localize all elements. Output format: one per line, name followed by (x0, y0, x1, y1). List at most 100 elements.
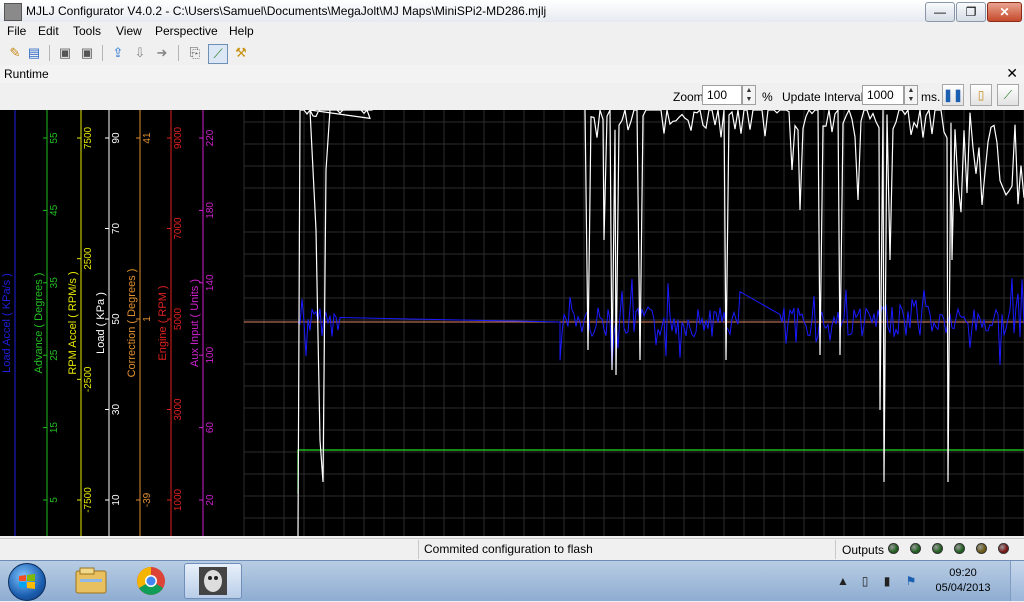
axis-tick-label: 70 (111, 223, 122, 235)
menu-perspective[interactable]: Perspective (155, 24, 218, 38)
flash-icon[interactable]: ➜ (153, 44, 171, 62)
network-icon[interactable]: ▮ (880, 574, 894, 588)
open-icon[interactable]: ▤ (25, 44, 43, 62)
menu-edit[interactable]: Edit (38, 24, 59, 38)
axis-tick-label: 25 (49, 349, 60, 361)
panel-close-icon[interactable]: ✕ (1006, 65, 1018, 82)
axis-tick-label: 7500 (83, 126, 94, 149)
zoom-input[interactable]: 100 (702, 85, 742, 105)
menu-bar: File Edit Tools View Perspective Help (0, 22, 1024, 41)
download-icon[interactable]: ⇩ (131, 44, 149, 62)
save-as-icon[interactable]: ▣ (78, 44, 96, 62)
axis-tick-label: 140 (205, 274, 216, 291)
axis-tick-label: -7500 (83, 487, 94, 513)
zoom-unit: % (762, 90, 773, 104)
axis-tick-label: 41 (142, 132, 153, 144)
clock-time: 09:20 (949, 567, 977, 579)
chrome-icon[interactable] (122, 563, 180, 599)
clock[interactable]: 09:20 05/04/2013 (934, 566, 992, 596)
axis-tick-label: 55 (49, 132, 60, 144)
runtime-chart-svg: Load Accel ( KPa/s ) 55 45 35 25 15 5 Advance (… (1, 110, 1024, 536)
axis-label: Load Accel ( KPa/s ) (1, 273, 13, 373)
axis-tick-label: 10 (111, 494, 122, 506)
log-file-icon[interactable]: ▯ (970, 84, 992, 106)
taskbar: ▲ ▯ ▮ ⚑ 09:20 05/04/2013 (0, 560, 1024, 601)
panel-title: Runtime (4, 67, 49, 81)
wrench-icon[interactable]: ⚒ (232, 44, 250, 62)
window-title: MJLJ Configurator V4.0.2 - C:\Users\Samu… (26, 4, 547, 18)
axis-label: Engine ( RPM ) (157, 285, 169, 360)
runtime-chart: Load Accel ( KPa/s ) 55 45 35 25 15 5 Advance (… (0, 110, 1024, 536)
tray-devices-icon[interactable]: ▯ (858, 574, 872, 588)
runtime-controls: Zoom 100 ▲ ▼ % Update Interval 1000 ▲ ▼ ms… (0, 83, 1024, 110)
axis-tick-label: 3000 (173, 398, 184, 421)
menu-tools[interactable]: Tools (73, 24, 101, 38)
windows-logo-icon (19, 574, 35, 589)
zoom-stepper[interactable]: ▲ ▼ (742, 85, 756, 105)
output-led (954, 543, 965, 554)
axis-tick-label: 7000 (173, 217, 184, 240)
mjlj-icon[interactable] (184, 563, 242, 599)
save-icon[interactable]: ▣ (56, 44, 74, 62)
minimize-button[interactable]: — (925, 2, 955, 22)
axis-tick-label: 5 (49, 497, 60, 503)
graph-icon[interactable]: ⟋ (208, 44, 228, 64)
close-button[interactable]: ✕ (987, 2, 1022, 22)
axis-tick-label: 30 (111, 404, 122, 416)
zoom-label: Zoom (673, 90, 704, 104)
toolbar-separator (178, 45, 179, 61)
tray-arrow-icon[interactable]: ▲ (836, 574, 850, 588)
axis-tick-label: 50 (111, 313, 122, 325)
action-center-icon[interactable]: ⚑ (904, 574, 918, 588)
interval-input[interactable]: 1000 (862, 85, 904, 105)
output-led (910, 543, 921, 554)
interval-unit: ms. (921, 90, 941, 104)
outputs-label: Outputs (842, 543, 885, 557)
axis-tick-label: 220 (205, 129, 216, 146)
axis-tick-label: 1 (142, 316, 153, 322)
title-bar: MJLJ Configurator V4.0.2 - C:\Users\Samu… (0, 0, 1024, 23)
clock-date: 05/04/2013 (935, 582, 991, 594)
output-led (932, 543, 943, 554)
load-series (297, 110, 1024, 536)
advance-series (297, 449, 1024, 494)
axis-tick-label: 1000 (173, 488, 184, 511)
axis-tick-label: 90 (111, 132, 122, 144)
axis-tick-label: 60 (205, 422, 216, 434)
menu-view[interactable]: View (116, 24, 142, 38)
interval-label: Update Interval (782, 90, 864, 104)
output-led (976, 543, 987, 554)
axis-tick-label: -39 (142, 492, 153, 507)
output-led (998, 543, 1009, 554)
chart-settings-icon[interactable]: ⟋ (997, 84, 1019, 106)
show-desktop-button[interactable] (1010, 561, 1024, 601)
axis-tick-label: 9000 (173, 126, 184, 149)
axis-tick-label: 45 (49, 204, 60, 216)
axis-tick-label: 2500 (83, 247, 94, 270)
app-icon[interactable] (4, 3, 22, 21)
maximize-button[interactable]: ❐ (956, 2, 986, 22)
toolbar: ✎ ▤ ▣ ▣ ⇪ ⇩ ➜ ⎘ ⟋ ⚒ (0, 41, 1024, 66)
status-message: Commited configuration to flash (418, 540, 836, 559)
output-led (888, 543, 899, 554)
menu-file[interactable]: File (7, 24, 26, 38)
interval-stepper[interactable]: ▲ ▼ (904, 85, 918, 105)
axis-tick-label: 180 (205, 202, 216, 219)
axis-tick-label: -2500 (83, 366, 94, 392)
runtime-panel-header: Runtime ✕ (0, 65, 1024, 84)
axis-label: Load ( KPa ) (95, 292, 107, 354)
toolbar-separator (102, 45, 103, 61)
start-button[interactable] (8, 563, 46, 601)
upload-icon[interactable]: ⇪ (109, 44, 127, 62)
status-bar: Commited configuration to flash Outputs (0, 538, 1024, 561)
axis-tick-label: 100 (205, 346, 216, 363)
axis-label: Advance ( Degrees ) (33, 273, 45, 374)
pause-icon[interactable]: ❚❚ (942, 84, 964, 106)
new-icon[interactable]: ✎ (6, 44, 24, 62)
axis-label: Correction ( Degrees ) (126, 269, 138, 378)
axis-tick-label: 35 (49, 277, 60, 289)
export-icon[interactable]: ⎘ (186, 44, 204, 62)
explorer-icon[interactable] (62, 563, 120, 599)
axis-tick-label: 20 (205, 494, 216, 506)
menu-help[interactable]: Help (229, 24, 254, 38)
